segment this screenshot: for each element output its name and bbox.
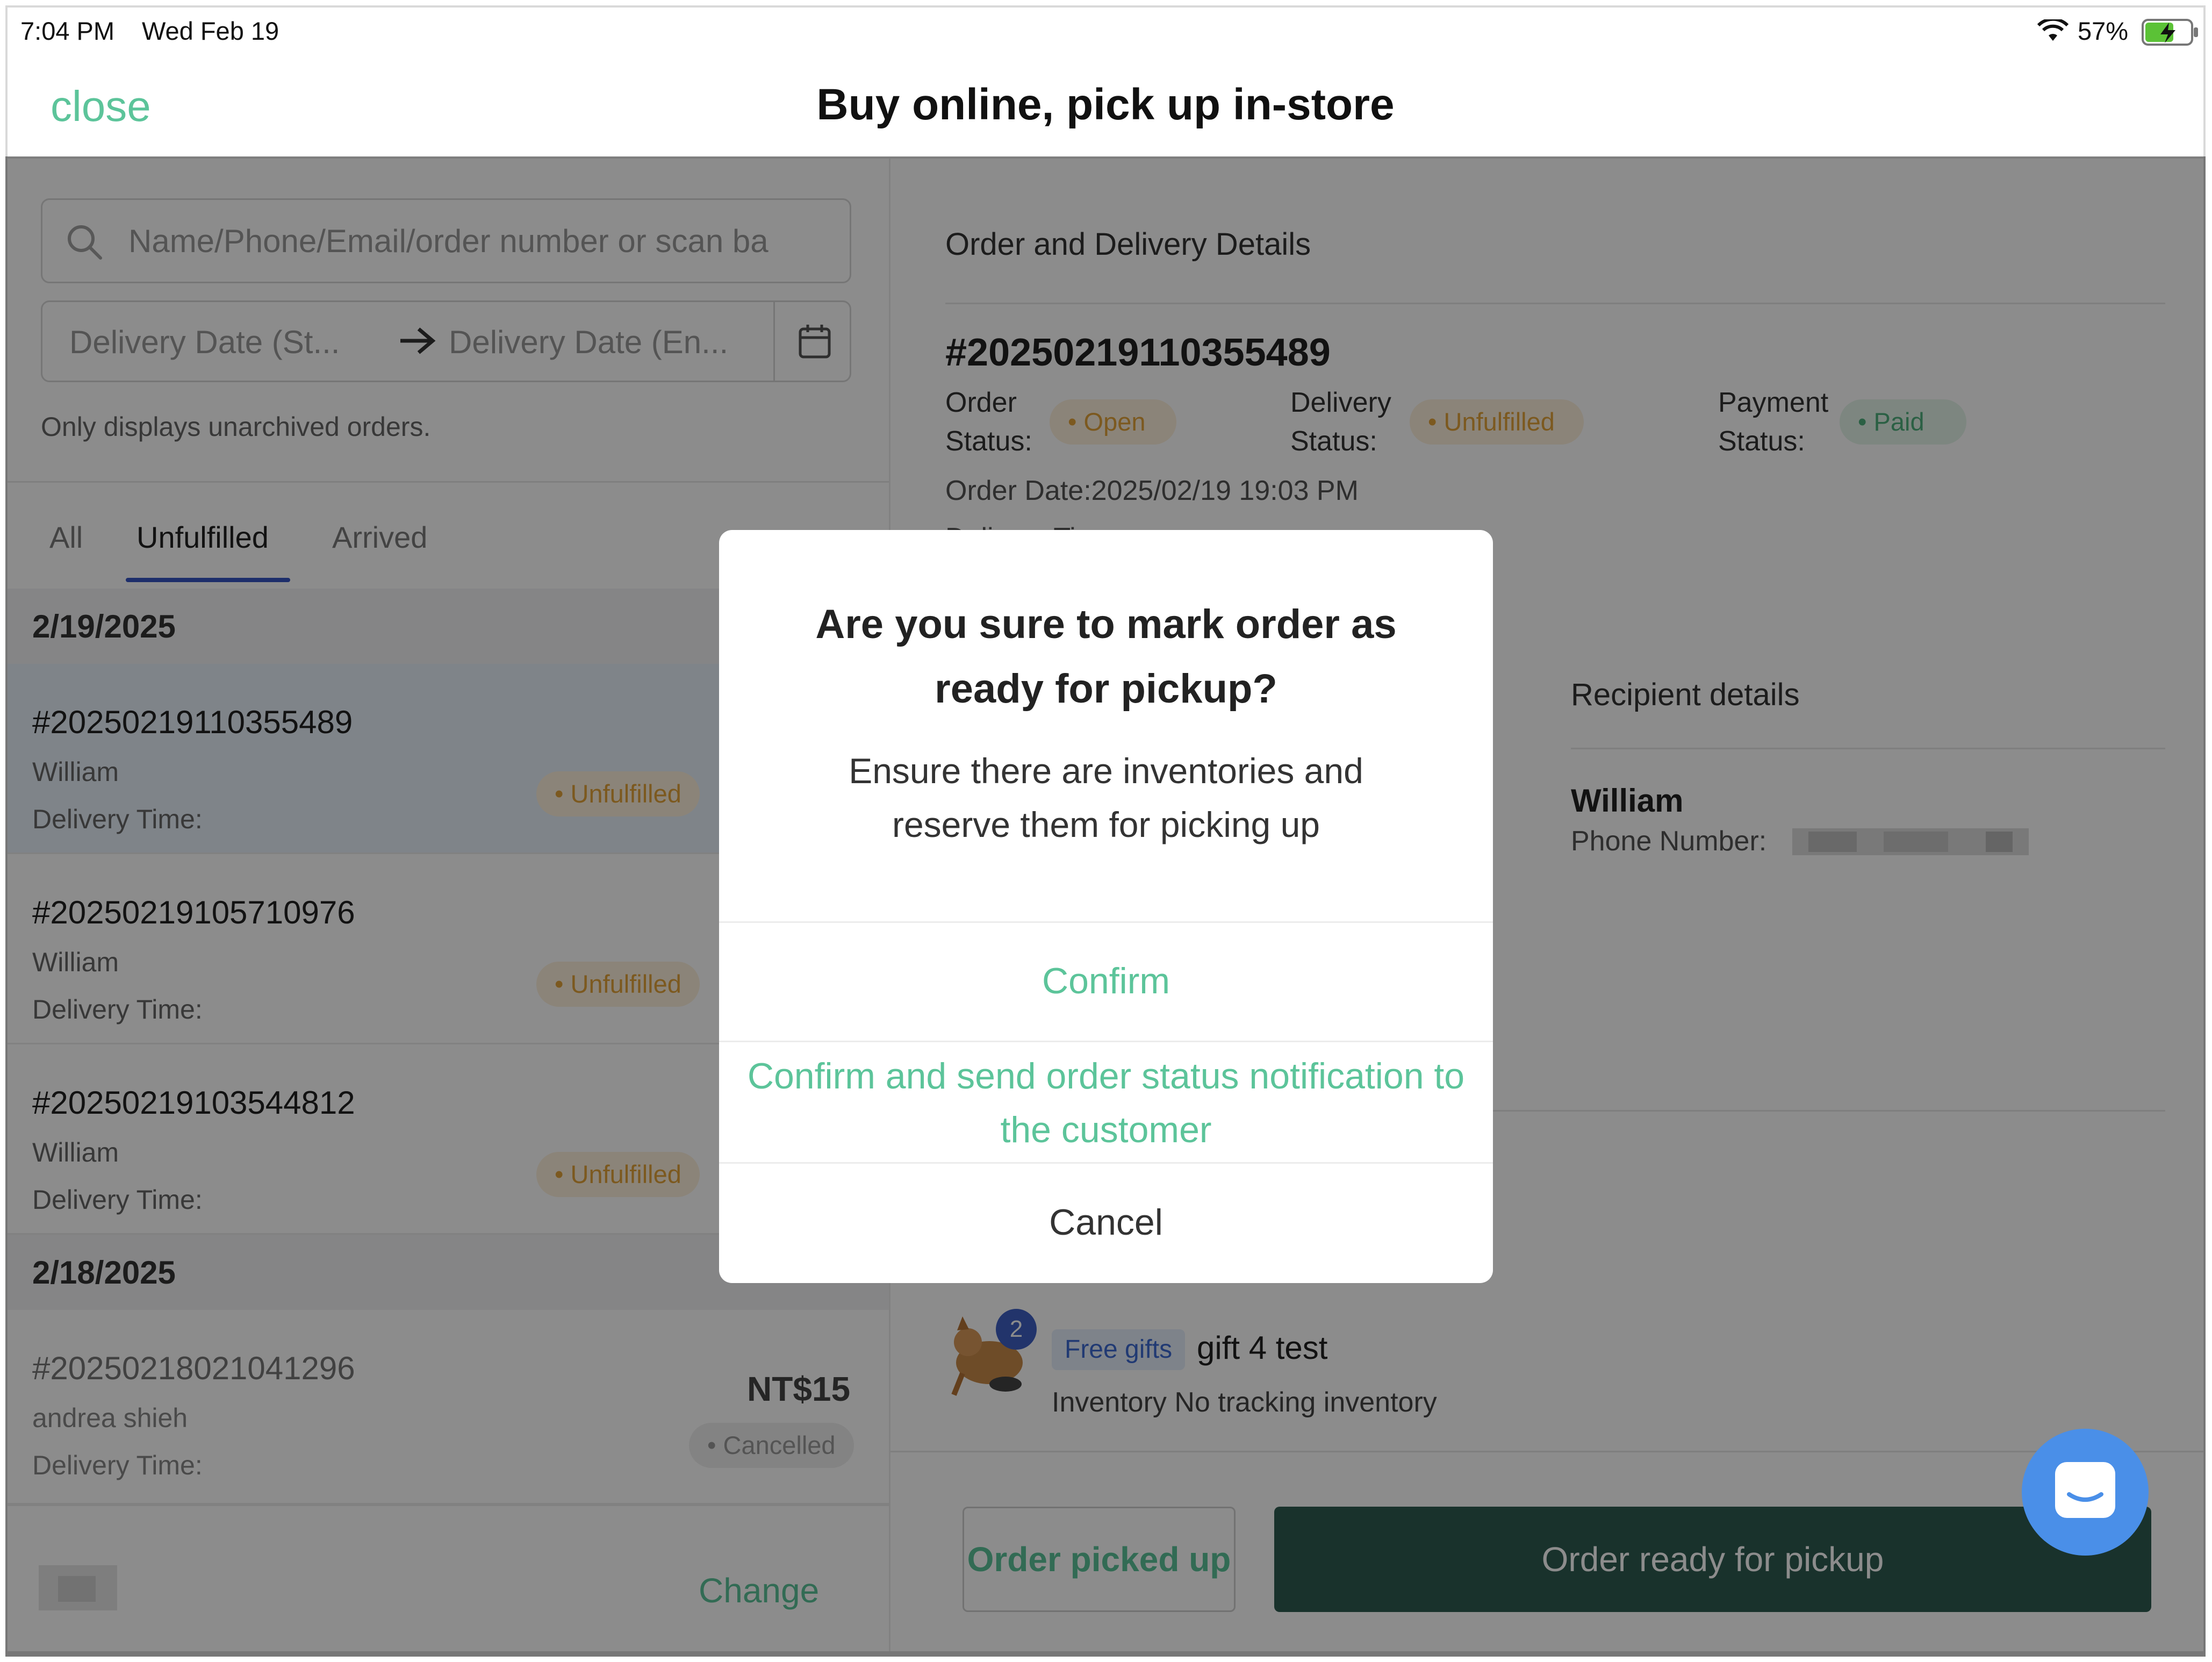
page-title: Buy online, pick up in-store (816, 80, 1395, 129)
chat-button[interactable] (2022, 1429, 2149, 1556)
dialog-message: Ensure there are inventories and reserve… (849, 751, 1363, 844)
dialog-title: Are you sure to mark order as ready for … (815, 601, 1397, 712)
confirm-and-notify-button[interactable]: Confirm and send order status notificati… (719, 1049, 1493, 1157)
chat-icon (2052, 1459, 2118, 1528)
cancel-button[interactable]: Cancel (719, 1162, 1493, 1283)
battery-percent: 57% (2078, 17, 2129, 45)
wifi-icon (2037, 17, 2069, 46)
status-time: 7:04 PM (20, 17, 115, 45)
confirm-button[interactable]: Confirm (719, 921, 1493, 1041)
battery-icon (2141, 18, 2200, 49)
status-date: Wed Feb 19 (142, 17, 279, 45)
confirm-dialog: Are you sure to mark order as ready for … (719, 530, 1493, 1283)
dialog-divider (719, 1041, 1493, 1042)
